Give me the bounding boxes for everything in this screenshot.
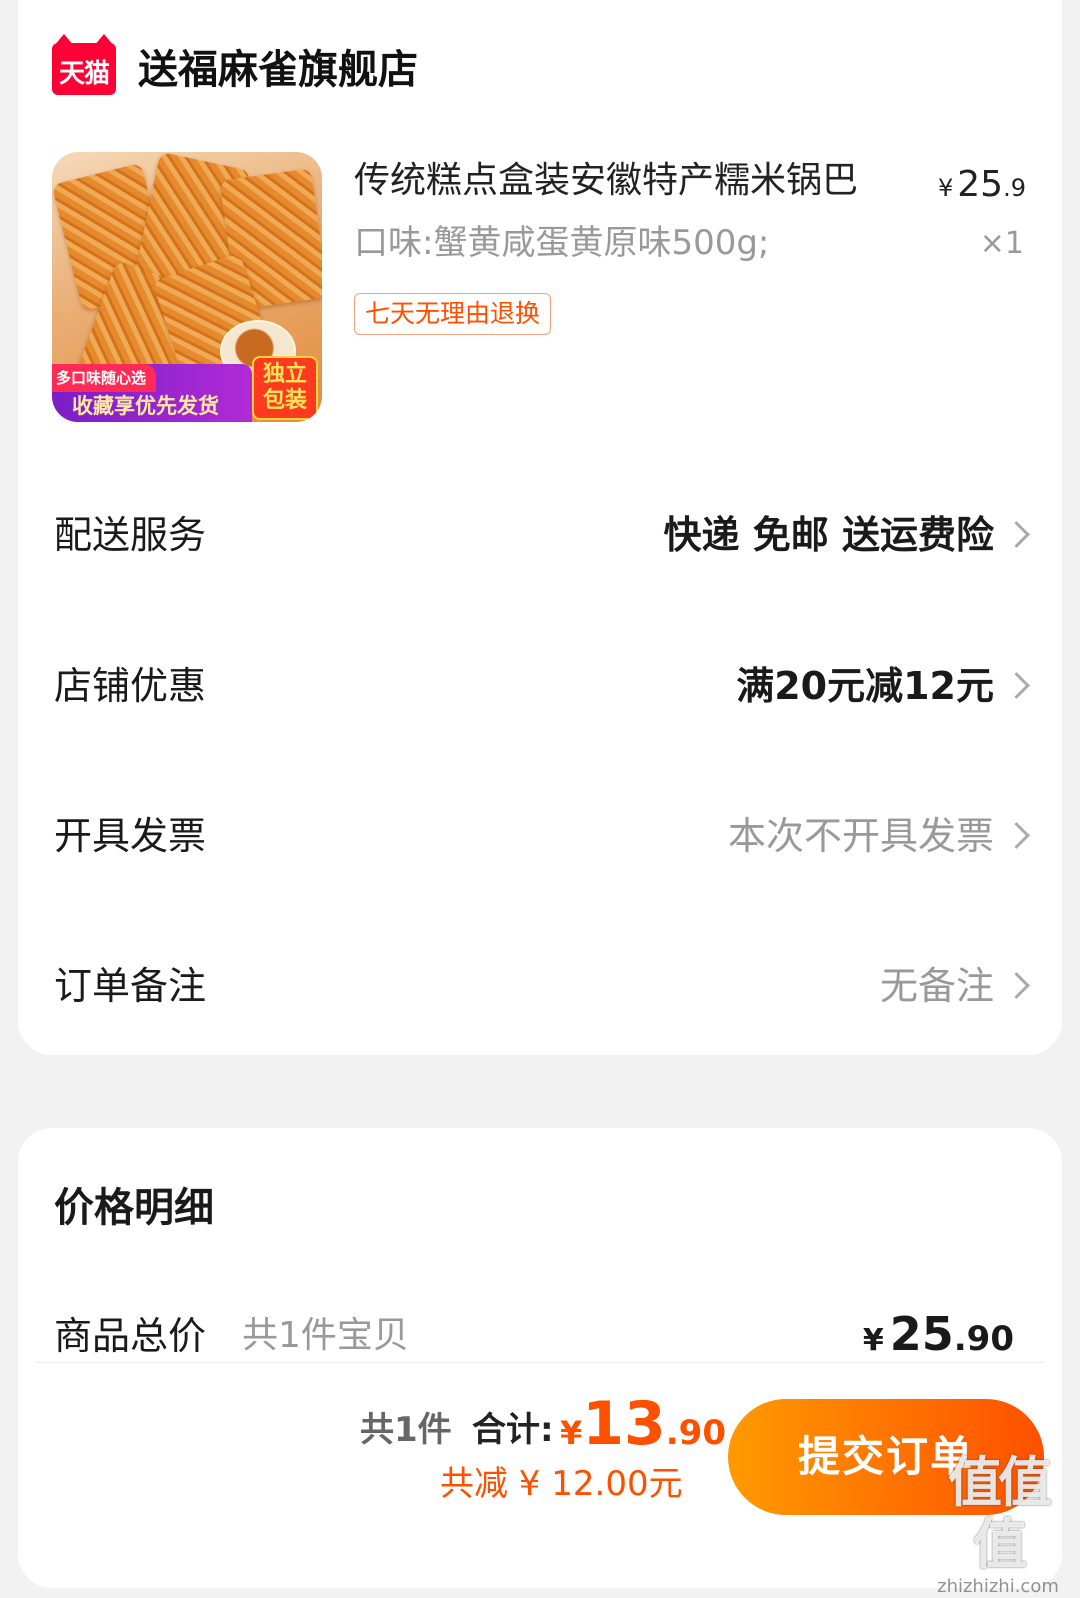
product-price: ¥25.9 [938, 160, 1026, 213]
site-watermark: 值值值 zhizhizhi.com [924, 1452, 1072, 1598]
goods-total-currency: ¥ [862, 1323, 884, 1358]
goods-total-value: ¥25.90 [863, 1304, 1014, 1371]
checkout-bar: 共1件 合计: ¥13.90 共减 ¥ 12.00元 提交订单 [36, 1362, 1044, 1553]
order-total-decimal: .90 [665, 1413, 726, 1453]
chevron-right-icon [1003, 672, 1030, 699]
row-value: 满20元减12元 [736, 664, 994, 708]
product-title[interactable]: 传统糕点盒装安徽特产糯米锅巴 [354, 156, 858, 206]
tmall-logo-icon: 天猫 [52, 34, 116, 95]
row-order-note[interactable]: 订单备注 无备注 [18, 946, 1062, 1026]
price-detail-heading: 价格明细 [54, 1185, 214, 1231]
item-count: 共1件 [360, 1410, 452, 1450]
chevron-right-icon [1003, 822, 1030, 849]
thumbnail-promo-tag: 多口味随心选 [52, 364, 156, 392]
row-label: 店铺优惠 [54, 664, 207, 708]
product-price-currency: ¥ [938, 174, 954, 202]
thumbnail-badge-line-1: 独立 [262, 362, 307, 387]
order-total-currency: ¥ [560, 1414, 583, 1452]
product-quantity: ×1 [979, 226, 1024, 261]
watermark-logo: 值值值 [948, 1451, 1052, 1576]
row-value: 快递 免邮 送运费险 [663, 513, 994, 557]
row-label: 订单备注 [54, 964, 207, 1008]
watermark-url: zhizhizhi.com [937, 1576, 1059, 1597]
product-thumbnail[interactable]: 收藏享优先发货 多口味随心选 独立 包装 [52, 152, 322, 422]
store-order-card: 天猫 送福麻雀旗舰店 收藏享优先发货 多口味随心选 独立 包装 传统糕点盒装安徽… [18, 0, 1062, 1055]
goods-total-integer: 25 [889, 1307, 954, 1361]
goods-total-count: 共1件宝贝 [242, 1315, 409, 1356]
tmall-logo-text: 天猫 [58, 59, 110, 89]
row-store-discount[interactable]: 店铺优惠 满20元减12元 [18, 646, 1062, 726]
row-value: 本次不开具发票 [727, 814, 994, 858]
row-delivery-service[interactable]: 配送服务 快递 免邮 送运费险 [18, 495, 1062, 575]
store-name[interactable]: 送福麻雀旗舰店 [138, 40, 418, 100]
order-total-integer: 13 [582, 1389, 666, 1459]
goods-total-decimal: .90 [953, 1319, 1014, 1359]
thumbnail-promo-tag-text: 多口味随心选 [56, 369, 147, 387]
row-invoice[interactable]: 开具发票 本次不开具发票 [18, 796, 1062, 876]
row-value: 无备注 [879, 964, 994, 1008]
row-label: 配送服务 [54, 513, 207, 557]
thumbnail-badge-line-2: 包装 [262, 388, 307, 413]
chevron-right-icon [1003, 521, 1030, 548]
thumbnail-badge: 独立 包装 [252, 356, 318, 420]
product-price-decimal: .9 [1003, 174, 1026, 202]
chevron-right-icon [1003, 972, 1030, 999]
product-spec[interactable]: 口味:蟹黄咸蛋黄原味500g; [354, 218, 769, 268]
order-total-label: 合计: [472, 1410, 554, 1450]
row-label: 开具发票 [54, 814, 207, 858]
total-savings: 共减 ¥ 12.00元 [440, 1464, 683, 1504]
thumbnail-promo-main: 收藏享优先发货 [72, 394, 219, 418]
return-policy-tag: 七天无理由退换 [354, 293, 552, 335]
product-price-integer: 25 [957, 164, 1004, 205]
goods-total-label: 商品总价 [54, 1314, 207, 1358]
